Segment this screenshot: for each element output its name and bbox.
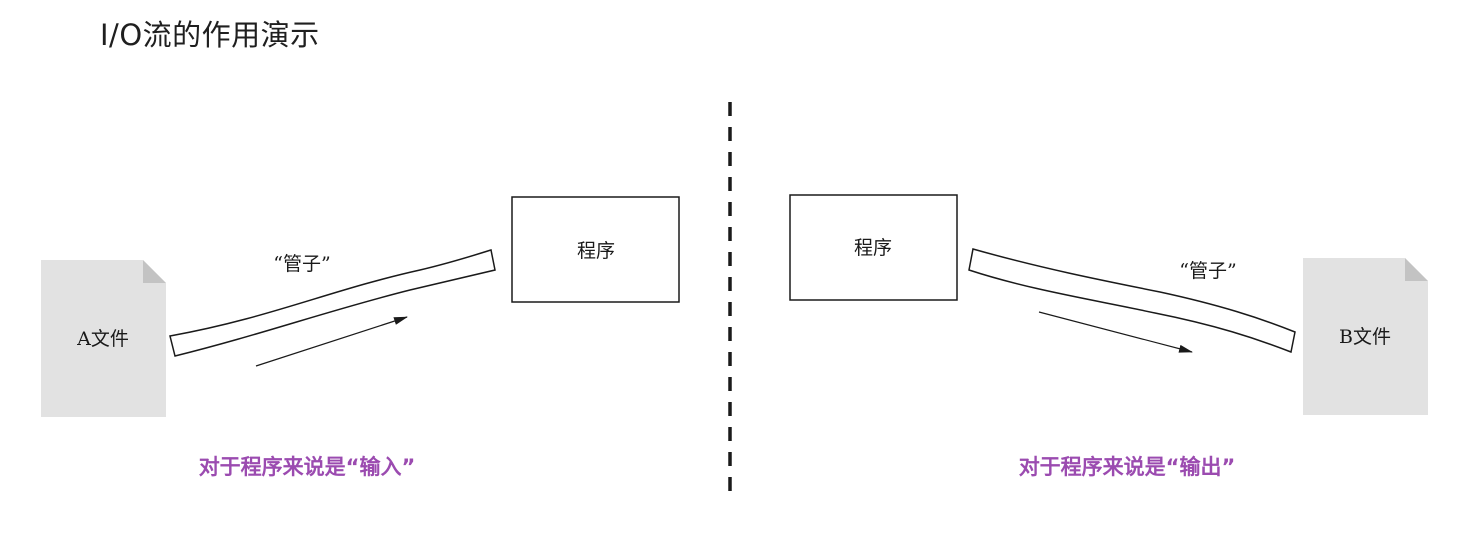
file-b-label: B文件 (1339, 326, 1391, 348)
output-caption: 对于程序来说是“输出” (1019, 455, 1236, 479)
right-output-scene: 程序 “管子” B文件 对于程序来说是“输出” (789, 194, 1428, 479)
left-program-label: 程序 (577, 240, 615, 262)
left-pipe-label: “管子” (273, 253, 330, 275)
right-program-label: 程序 (854, 237, 892, 259)
input-caption: 对于程序来说是“输入” (199, 455, 416, 479)
output-arrow (1038, 311, 1193, 353)
file-a-label: A文件 (76, 328, 129, 350)
left-pipe (169, 249, 496, 357)
io-stream-diagram: A文件 “管子” 程序 对于程序来说是“输入” 程序 “管子” B文件 对于程序… (41, 102, 1428, 495)
left-input-scene: A文件 “管子” 程序 对于程序来说是“输入” (41, 196, 680, 479)
right-pipe-label: “管子” (1179, 260, 1236, 282)
